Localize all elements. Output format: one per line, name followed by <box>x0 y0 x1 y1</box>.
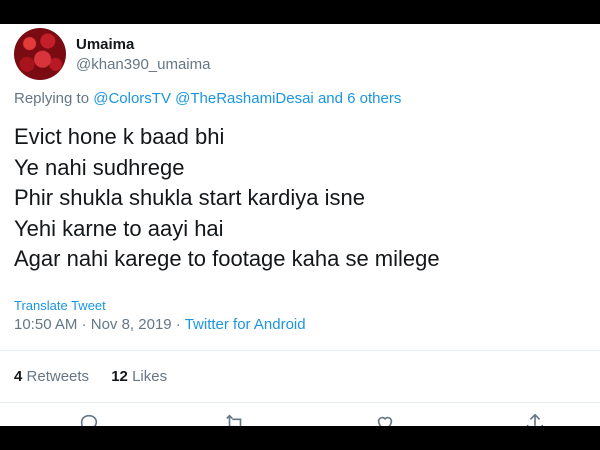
tweet-line: Ye nahi sudhrege <box>14 154 185 180</box>
tweet-date[interactable]: Nov 8, 2019 <box>91 316 172 333</box>
retweets-label: Retweets <box>26 368 90 385</box>
translate-tweet-link[interactable]: Translate Tweet <box>14 298 106 313</box>
retweets-stat[interactable]: 4 Retweets <box>14 368 89 385</box>
tweet-source-link[interactable]: Twitter for Android <box>185 316 306 333</box>
tweet-text: Evict hone k baad bhi Ye nahi sudhrege P… <box>14 122 584 275</box>
tweet-meta: 10:50 AM · Nov 8, 2019 · Twitter for And… <box>14 316 306 333</box>
mention-rashamidesai[interactable]: @TheRashamiDesai <box>175 90 314 107</box>
reply-icon[interactable] <box>78 412 102 426</box>
action-bar <box>0 412 600 426</box>
replying-to-label: Replying to <box>14 90 90 107</box>
divider <box>0 402 600 403</box>
share-icon[interactable] <box>524 412 548 426</box>
user-handle[interactable]: @khan390_umaima <box>76 56 210 73</box>
likes-label: Likes <box>132 368 168 385</box>
tweet-line: Phir shukla shukla start kardiya isne <box>14 185 365 210</box>
tweet-line: Yehi karne to aayi hai <box>14 215 224 241</box>
divider <box>0 350 600 351</box>
display-name[interactable]: Umaima <box>76 36 134 53</box>
tweet-card: Umaima @khan390_umaima Replying to @Colo… <box>0 24 600 426</box>
mention-colorstv[interactable]: @ColorsTV <box>93 90 171 107</box>
meta-separator: · <box>175 316 185 333</box>
meta-separator: · <box>81 316 91 333</box>
tweet-line: Agar nahi karege to footage kaha se mile… <box>14 246 440 271</box>
retweets-count: 4 <box>14 368 23 385</box>
like-icon[interactable] <box>374 412 398 426</box>
avatar[interactable] <box>14 28 66 80</box>
tweet-header: Umaima @khan390_umaima <box>14 28 574 80</box>
likes-count: 12 <box>111 368 128 385</box>
tweet-stats: 4 Retweets 12 Likes <box>14 368 167 385</box>
replying-to: Replying to @ColorsTV @TheRashamiDesai a… <box>14 90 401 107</box>
mention-others[interactable]: and 6 others <box>318 90 401 107</box>
likes-stat[interactable]: 12 Likes <box>111 368 167 385</box>
tweet-time[interactable]: 10:50 AM <box>14 316 77 333</box>
tweet-line: Evict hone k baad bhi <box>14 124 225 149</box>
retweet-icon[interactable] <box>224 412 248 426</box>
